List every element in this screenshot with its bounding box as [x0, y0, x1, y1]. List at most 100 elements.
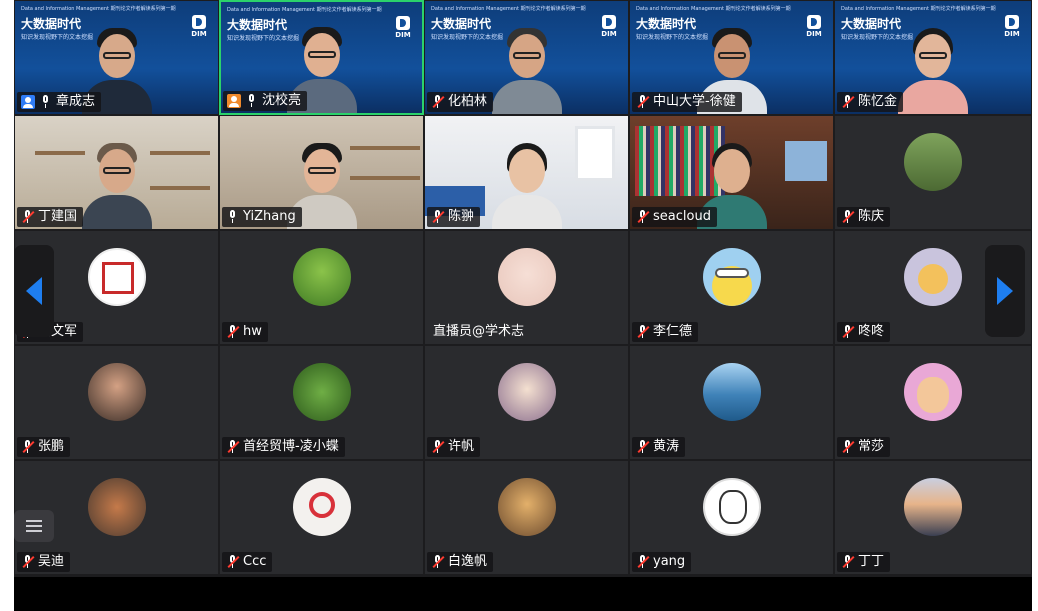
participant-name: 陈翀: [448, 209, 475, 224]
banner-top-text: Data and Information Management 期刊论文作者解读…: [227, 7, 382, 13]
mic-muted-icon: [841, 325, 855, 339]
participant-name-label: 陈忆金: [837, 92, 904, 112]
participant-video: [491, 24, 562, 114]
banner-title: 大数据时代: [841, 17, 902, 31]
participant-name: 直播员@学术志: [433, 324, 525, 339]
bottom-bar: [14, 577, 1032, 611]
participant-name: 常莎: [858, 439, 885, 454]
participant-name-label: 丁丁: [837, 552, 891, 572]
participant-tile[interactable]: seacloud: [629, 115, 834, 230]
mic-muted-icon: [841, 555, 855, 569]
participant-tile[interactable]: 陈庆: [834, 115, 1032, 230]
participant-name-label: hw: [222, 322, 268, 342]
participant-name: 白逸帆: [448, 554, 488, 569]
participant-grid: Data and Information Management 期刊论文作者解读…: [14, 0, 1032, 577]
participant-name: Ccc: [243, 554, 267, 569]
menu-icon: [26, 525, 42, 527]
menu-button[interactable]: [14, 510, 54, 542]
participant-name-label: 丁建国: [17, 207, 84, 227]
avatar: [497, 248, 556, 306]
avatar: [87, 478, 146, 536]
participant-tile-active-speaker[interactable]: Data and Information Management 期刊论文作者解读…: [219, 0, 424, 115]
participant-tile[interactable]: 直播员@学术志: [424, 230, 629, 345]
dim-logo: DIM: [188, 15, 210, 38]
meeting-stage: Data and Information Management 期刊论文作者解读…: [14, 0, 1032, 611]
mic-muted-icon: [636, 210, 650, 224]
banner-top-text: Data and Information Management 期刊论文作者解读…: [21, 6, 176, 12]
participant-tile[interactable]: Data and Information Management 期刊论文作者解读…: [14, 0, 219, 115]
participant-tile[interactable]: 黄涛: [629, 345, 834, 460]
banner-title: 大数据时代: [227, 18, 288, 32]
participant-tile[interactable]: hw: [219, 230, 424, 345]
mic-muted-icon: [841, 440, 855, 454]
participant-name: 丁建国: [38, 209, 78, 224]
participant-name: 黄涛: [653, 439, 680, 454]
mic-muted-icon: [431, 440, 445, 454]
banner-title: 大数据时代: [21, 17, 82, 31]
participant-tile[interactable]: 李仁德: [629, 230, 834, 345]
participant-name: YiZhang: [243, 209, 296, 224]
banner-top-text: Data and Information Management 期刊论文作者解读…: [636, 6, 791, 12]
participant-tile[interactable]: 丁建国: [14, 115, 219, 230]
mic-muted-icon: [431, 210, 445, 224]
mic-muted-icon: [636, 325, 650, 339]
mic-muted-icon: [21, 555, 35, 569]
participant-name: hw: [243, 324, 262, 339]
participant-name: 许帆: [448, 439, 475, 454]
participant-tile[interactable]: Data and Information Management 期刊论文作者解读…: [629, 0, 834, 115]
participant-tile[interactable]: 张鹏: [14, 345, 219, 460]
participant-name: 咚咚: [858, 324, 885, 339]
mic-muted-icon: [21, 440, 35, 454]
participant-name-label: 白逸帆: [427, 552, 494, 572]
participant-tile[interactable]: Data and Information Management 期刊论文作者解读…: [424, 0, 629, 115]
participant-name-label: 陈翀: [427, 207, 481, 227]
mic-muted-icon: [841, 210, 855, 224]
participant-name: 化柏林: [448, 94, 488, 109]
avatar: [292, 478, 351, 536]
participant-tile[interactable]: 丁丁: [834, 460, 1032, 575]
avatar: [904, 363, 962, 421]
mic-muted-icon: [431, 555, 445, 569]
previous-page-button[interactable]: [14, 245, 54, 337]
participant-name-label: 李仁德: [632, 322, 699, 342]
participant-name: 李仁德: [653, 324, 693, 339]
participant-tile[interactable]: Ccc: [219, 460, 424, 575]
participant-name: yang: [653, 554, 686, 569]
next-page-button[interactable]: [985, 245, 1025, 337]
mic-muted-icon: [841, 95, 855, 109]
mic-muted-icon: [636, 440, 650, 454]
participant-tile[interactable]: yang: [629, 460, 834, 575]
banner-top-text: Data and Information Management 期刊论文作者解读…: [841, 6, 996, 12]
participant-video: [491, 139, 562, 229]
mic-icon: [245, 94, 258, 108]
participant-tile[interactable]: 许帆: [424, 345, 629, 460]
participant-name-label: 张鹏: [17, 437, 71, 457]
banner-title: 大数据时代: [431, 17, 492, 31]
participant-name: 丁丁: [858, 554, 885, 569]
mic-muted-icon: [636, 95, 650, 109]
avatar: [702, 248, 761, 306]
participant-name-label: 黄涛: [632, 437, 686, 457]
participant-tile[interactable]: 首经贸博-凌小蝶: [219, 345, 424, 460]
avatar: [87, 248, 146, 306]
participant-name: 陈庆: [858, 209, 885, 224]
participant-tile[interactable]: 陈翀: [424, 115, 629, 230]
participant-name-label: seacloud: [632, 207, 717, 227]
participant-tile[interactable]: Data and Information Management 期刊论文作者解读…: [834, 0, 1032, 115]
participant-name-label: Ccc: [222, 552, 273, 572]
mic-icon: [226, 210, 239, 224]
participant-name-label: 中山大学-徐健: [632, 92, 742, 112]
mic-muted-icon: [226, 555, 240, 569]
mic-muted-icon: [431, 95, 445, 109]
dim-logo: DIM: [598, 15, 620, 38]
participant-name: 中山大学-徐健: [653, 94, 736, 109]
participant-video: [898, 24, 968, 114]
participant-tile[interactable]: 白逸帆: [424, 460, 629, 575]
host-icon: [21, 95, 35, 109]
avatar: [87, 363, 146, 421]
avatar: [702, 363, 761, 421]
menu-icon: [26, 530, 42, 532]
participant-tile[interactable]: YiZhang: [219, 115, 424, 230]
participant-name-label: 咚咚: [837, 322, 891, 342]
participant-tile[interactable]: 常莎: [834, 345, 1032, 460]
